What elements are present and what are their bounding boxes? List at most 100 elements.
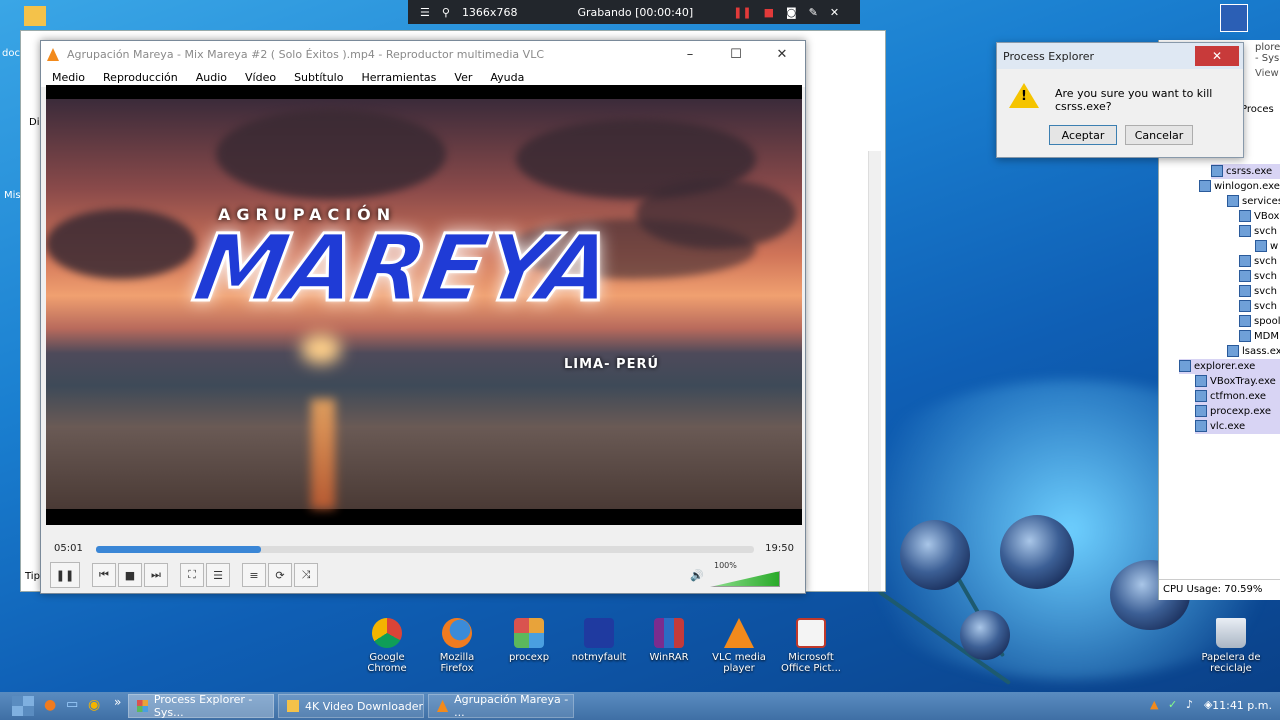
- stop-icon[interactable]: ■: [118, 563, 142, 587]
- desktop-icon-chrome[interactable]: Google Chrome: [352, 618, 422, 674]
- process-icon: [1239, 255, 1251, 267]
- desktop-icon-firefox[interactable]: Mozilla Firefox: [422, 618, 492, 674]
- taskbar-item-process-explorer[interactable]: Process Explorer - Sys...: [128, 693, 274, 719]
- seek-track[interactable]: [96, 546, 754, 553]
- equalizer-icon[interactable]: ☰: [206, 563, 230, 587]
- firefox-quicklaunch-icon[interactable]: ●: [44, 697, 56, 713]
- stop-record-icon[interactable]: ■: [764, 6, 774, 19]
- process-icon: [1239, 330, 1251, 342]
- volume-wedge[interactable]: [710, 571, 780, 587]
- close-button[interactable]: ✕: [759, 41, 805, 67]
- process-name: svch: [1254, 226, 1277, 237]
- vlc-window: Agrupación Mareya - Mix Mareya #2 ( Solo…: [40, 40, 806, 594]
- process-row[interactable]: svch: [1239, 269, 1280, 284]
- pause-record-icon[interactable]: ❚❚: [733, 6, 751, 19]
- desktop-icon-winrar[interactable]: WinRAR: [634, 618, 704, 663]
- menu-icon[interactable]: ☰: [420, 6, 430, 19]
- shuffle-icon[interactable]: ⤨: [294, 563, 318, 587]
- process-row[interactable]: procexp.exe: [1195, 404, 1280, 419]
- chrome-quicklaunch-icon[interactable]: ◉: [88, 697, 100, 713]
- seek-fill: [96, 546, 261, 553]
- process-row[interactable]: csrss.exe: [1211, 164, 1280, 179]
- process-row[interactable]: MDM: [1239, 329, 1280, 344]
- menu-ver[interactable]: Ver: [454, 71, 472, 84]
- taskbar-item-vlc[interactable]: Agrupación Mareya - ...: [428, 693, 574, 719]
- menu-medio[interactable]: Medio: [52, 71, 85, 84]
- menu-reproduccion[interactable]: Reproducción: [103, 71, 178, 84]
- tray-vlc-icon[interactable]: ▲: [1150, 698, 1158, 711]
- process-name: lsass.exe: [1242, 346, 1280, 357]
- process-row[interactable]: w: [1255, 239, 1280, 254]
- pause-icon[interactable]: ❚❚: [50, 562, 80, 588]
- pin-icon[interactable]: ⚲: [442, 6, 450, 19]
- menu-ayuda[interactable]: Ayuda: [490, 71, 524, 84]
- process-name: MDM: [1254, 331, 1279, 342]
- minimize-button[interactable]: –: [667, 41, 713, 67]
- desktop-top-right-icon[interactable]: [1220, 4, 1248, 32]
- process-row[interactable]: VBoxTray.exe: [1195, 374, 1280, 389]
- process-row[interactable]: services: [1227, 194, 1280, 209]
- previous-icon[interactable]: ⏮: [92, 563, 116, 587]
- loop-icon[interactable]: ⟳: [268, 563, 292, 587]
- video-area[interactable]: AGRUPACIÓN MAREYA LIMA- PERÚ: [46, 85, 802, 525]
- quicklaunch-more-icon[interactable]: »: [114, 695, 121, 709]
- process-row[interactable]: svch: [1239, 284, 1280, 299]
- taskbar-item-4k-downloader[interactable]: 4K Video Downloader: [278, 694, 424, 718]
- menu-subtitulo[interactable]: Subtítulo: [294, 71, 343, 84]
- desktop-icon-procexp[interactable]: procexp: [494, 618, 564, 663]
- taskbar-item-label: Process Explorer - Sys...: [153, 693, 253, 719]
- process-row[interactable]: svch: [1239, 299, 1280, 314]
- process-row[interactable]: winlogon.exe: [1199, 179, 1280, 194]
- process-icon: [1239, 315, 1251, 327]
- process-row[interactable]: svch: [1239, 224, 1280, 239]
- tray-speaker-icon[interactable]: ♪: [1186, 698, 1193, 711]
- menu-video[interactable]: Vídeo: [245, 71, 276, 84]
- recorder-resolution: 1366x768: [461, 5, 518, 19]
- start-button[interactable]: [12, 696, 34, 716]
- desktop-icon-recycle-bin[interactable]: Papelera de reciclaje: [1196, 618, 1266, 674]
- process-row[interactable]: lsass.exe: [1227, 344, 1280, 359]
- desktop-icon-label: Mozilla Firefox: [439, 652, 475, 674]
- desktop-icon-notmyfault[interactable]: notmyfault: [564, 618, 634, 663]
- process-row[interactable]: spool: [1239, 314, 1280, 329]
- playlist-icon[interactable]: ≡: [242, 563, 266, 587]
- volume-slider[interactable]: 100%: [710, 561, 782, 587]
- desktop-doc-label: doc: [2, 48, 20, 59]
- process-row[interactable]: vlc.exe: [1195, 419, 1280, 434]
- close-recorder-icon[interactable]: ✕: [830, 6, 839, 19]
- tray-network-icon[interactable]: ✓: [1168, 698, 1177, 711]
- desktop-icon-vlc[interactable]: VLC media player: [704, 618, 774, 674]
- process-row[interactable]: explorer.exe: [1179, 359, 1280, 374]
- fullscreen-icon[interactable]: ⛶: [180, 563, 204, 587]
- process-icon: [1255, 240, 1267, 252]
- cancel-button[interactable]: Cancelar: [1125, 125, 1193, 145]
- process-name: svch: [1254, 256, 1277, 267]
- desktop-icon-label: Microsoft Office Pict...: [781, 652, 841, 674]
- process-row[interactable]: ctfmon.exe: [1195, 389, 1280, 404]
- process-icon: [1195, 405, 1207, 417]
- maximize-button[interactable]: ☐: [713, 41, 759, 67]
- process-row[interactable]: svch: [1239, 254, 1280, 269]
- process-name: svch: [1254, 271, 1277, 282]
- dialog-message: Are you sure you want to kill csrss.exe?: [1055, 87, 1213, 113]
- process-icon: [1239, 225, 1251, 237]
- dialog-title: Process Explorer: [1003, 49, 1095, 63]
- taskbar-item-label: 4K Video Downloader: [305, 699, 423, 713]
- dialog-close-button[interactable]: ✕: [1195, 46, 1239, 66]
- seek-bar[interactable]: 05:01 19:50: [46, 541, 802, 557]
- time-elapsed: 05:01: [54, 543, 83, 554]
- speaker-icon[interactable]: 🔊: [690, 569, 704, 582]
- background-scrollbar[interactable]: [868, 151, 881, 591]
- process-row[interactable]: VBox: [1239, 209, 1280, 224]
- next-icon[interactable]: ⏭: [144, 563, 168, 587]
- menu-audio[interactable]: Audio: [196, 71, 227, 84]
- camera-icon[interactable]: ◙: [786, 6, 797, 19]
- volume-percent: 100%: [714, 561, 737, 570]
- pen-icon[interactable]: ✎: [809, 6, 818, 19]
- accept-button[interactable]: Aceptar: [1049, 125, 1117, 145]
- desktop-icon-office-picture[interactable]: Microsoft Office Pict...: [776, 618, 846, 674]
- menu-herramientas[interactable]: Herramientas: [361, 71, 436, 84]
- desktop-quicklaunch-icon[interactable]: ▭: [66, 697, 78, 712]
- desktop-folder-icon[interactable]: [24, 6, 46, 26]
- process-name: w: [1270, 241, 1279, 252]
